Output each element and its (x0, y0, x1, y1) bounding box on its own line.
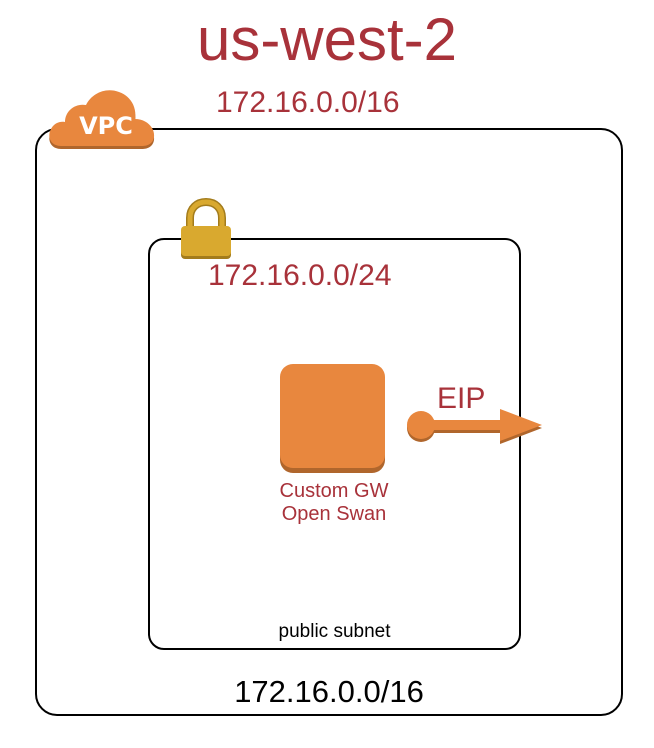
region-title: us-west-2 (196, 6, 458, 73)
vpc-cidr-top: 172.16.0.0/16 (216, 86, 400, 119)
vpc-cidr-bottom: 172.16.0.0/16 (234, 674, 424, 709)
instance-label-line1: Custom GW (279, 480, 389, 502)
vpc-badge-label: VPC (79, 112, 133, 140)
arrow-right-icon (404, 408, 546, 450)
subnet-name: public subnet (278, 621, 391, 642)
instance-label: Custom GW Open Swan (250, 480, 418, 526)
instance-icon[interactable] (279, 364, 387, 474)
subnet-cidr: 172.16.0.0/24 (208, 259, 392, 292)
lock-icon (176, 198, 236, 262)
instance-label-line2: Open Swan (281, 503, 387, 525)
